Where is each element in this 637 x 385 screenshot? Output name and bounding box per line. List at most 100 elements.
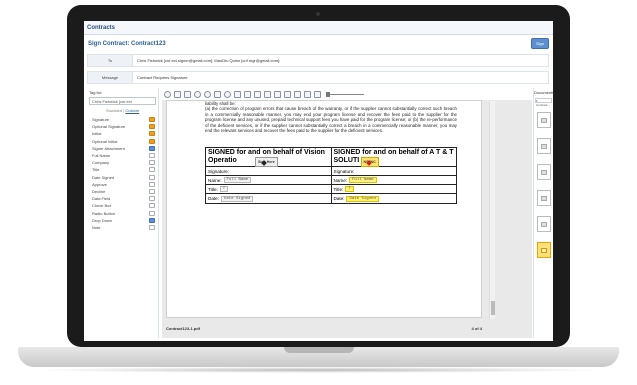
row-label: Name: (208, 177, 222, 183)
right-field-tag[interactable]: T (345, 186, 354, 192)
tag-for-select[interactable]: Chris Fishwick [cnf.ext (89, 97, 156, 105)
sign-button[interactable]: Sign (530, 38, 549, 49)
field-item[interactable]: Signer Attachment (87, 145, 158, 152)
field-item[interactable]: Initial (87, 130, 158, 137)
pdf-toolbar (162, 88, 467, 100)
vertical-scrollbar[interactable] (489, 101, 495, 319)
fit-page-icon[interactable] (294, 90, 301, 98)
first-page-icon[interactable] (174, 90, 181, 98)
signature-table: SIGNED for and on behalf of Vision Opera… (205, 147, 457, 204)
attachment-icon[interactable] (149, 145, 155, 151)
copy-icon[interactable] (254, 90, 261, 98)
field-item[interactable]: Approve (87, 181, 158, 188)
row-label: Date: (333, 196, 345, 201)
page-thumbnail[interactable] (537, 164, 551, 180)
field-item[interactable]: Company (87, 159, 158, 166)
signature-table-header: SIGNED for and on behalf of Vision Opera… (206, 148, 456, 167)
field-item-label: Date Signed (92, 174, 115, 180)
message-value[interactable]: Contract Requires Signature (133, 75, 187, 80)
page-thumbnail[interactable] (537, 138, 551, 154)
right-field-tag[interactable]: Date Signed (346, 195, 379, 202)
tab-custom[interactable]: Custom (125, 108, 139, 113)
left-field-tag[interactable]: T (219, 186, 229, 192)
page-counter: 4 of 4 (471, 326, 482, 331)
left-field-tag[interactable]: Date Signed (220, 195, 254, 202)
field-item-label: Check Box (92, 203, 112, 209)
print-icon[interactable] (234, 90, 241, 98)
field-item[interactable]: Date Signed (87, 174, 158, 181)
field-item-label: Title (92, 167, 100, 173)
documents-select[interactable]: ▾ Contract... (535, 98, 552, 107)
right-party-heading: SIGNED for and on behalf of A T & T SOLU… (332, 148, 457, 167)
dropdown-icon[interactable] (149, 217, 155, 223)
rotate-left-icon[interactable] (194, 90, 201, 98)
field-list: Signature Optional Signature Initial Option… (87, 116, 158, 231)
initial-icon[interactable] (149, 131, 155, 137)
company-icon[interactable] (149, 160, 155, 166)
field-item[interactable]: Full Name (87, 152, 158, 159)
gear-icon[interactable] (224, 90, 231, 98)
edit-icon[interactable] (214, 90, 221, 98)
field-item[interactable]: Optional Signature (87, 123, 158, 130)
date-signed-icon[interactable] (149, 174, 155, 180)
field-item[interactable]: Signature (87, 116, 158, 123)
field-item[interactable]: Radio Button (87, 209, 158, 216)
checkbox-icon[interactable] (149, 203, 155, 209)
note-icon[interactable] (149, 224, 155, 230)
page-thumbnail-selected[interactable] (537, 242, 551, 258)
field-item-label: Signature (92, 117, 110, 123)
field-item[interactable]: Optional Initial (87, 138, 158, 145)
right-signature-cell: Date: Date Signed (332, 194, 457, 203)
field-item-label: Company (92, 160, 110, 166)
full-name-icon[interactable] (149, 153, 155, 159)
signature-icon[interactable] (149, 117, 155, 123)
page-thumbnail[interactable] (537, 216, 551, 232)
scroll-thumb[interactable] (491, 301, 495, 315)
radio-button-icon[interactable] (149, 210, 155, 216)
rotate-right-icon[interactable] (204, 90, 211, 98)
decline-icon[interactable] (149, 188, 155, 194)
left-field-tag[interactable]: Full Name (223, 177, 252, 183)
field-item-label: Full Name (92, 153, 111, 159)
contract-paragraph: liability shall be: (a) the correction o… (205, 101, 457, 133)
left-party-heading: SIGNED for and on behalf of Vision Opera… (206, 148, 332, 167)
message-button[interactable]: Message (88, 72, 133, 83)
row-label: Name: (333, 177, 348, 183)
page-thumbnail[interactable] (537, 112, 551, 128)
tab-standard[interactable]: Standard (106, 108, 122, 113)
field-item[interactable]: Decline (87, 188, 158, 195)
to-value[interactable]: Chris Fishwick [cnf.ext.signer@gmail.com… (133, 58, 280, 63)
field-item[interactable]: Data Field (87, 195, 158, 202)
save-icon[interactable] (244, 90, 251, 98)
signature-table-row: Name: Full Name Name: Full Name (206, 176, 456, 185)
pdf-page: liability shall be: (a) the correction o… (166, 100, 495, 319)
fit-width-icon[interactable] (284, 90, 291, 98)
row-label: Title: (208, 186, 218, 192)
row-label: Signature: (208, 168, 229, 174)
info-icon[interactable] (314, 90, 321, 98)
optional-initial-icon[interactable] (149, 138, 155, 144)
prev-page-icon[interactable] (184, 90, 191, 98)
settings-icon[interactable] (164, 90, 171, 98)
left-signature-cell: Title: T (206, 185, 332, 193)
data-field-icon[interactable] (149, 196, 155, 202)
field-item-label: Initial (92, 131, 102, 137)
signature-table-row: Date: Date Signed Date: Date Signed (206, 194, 456, 203)
to-button[interactable]: To (88, 55, 133, 66)
left-signature-cell: Name: Full Name (206, 176, 332, 184)
field-item-label: Optional Signature (92, 124, 126, 130)
search-icon[interactable] (274, 90, 281, 98)
approve-icon[interactable] (149, 181, 155, 187)
field-item[interactable]: Drop Down (87, 217, 158, 224)
text-icon[interactable] (304, 90, 311, 98)
zoom-slider-knob[interactable] (326, 91, 330, 97)
field-item[interactable]: Check Box (87, 202, 158, 209)
field-item[interactable]: Note (87, 224, 158, 231)
paste-icon[interactable] (264, 90, 271, 98)
right-field-tag[interactable]: Full Name (349, 177, 377, 183)
optional-signature-icon[interactable] (149, 124, 155, 130)
field-item[interactable]: Title (87, 166, 158, 173)
page-thumbnail[interactable] (537, 190, 551, 206)
zoom-slider[interactable] (326, 91, 364, 97)
title-icon[interactable] (149, 167, 155, 173)
